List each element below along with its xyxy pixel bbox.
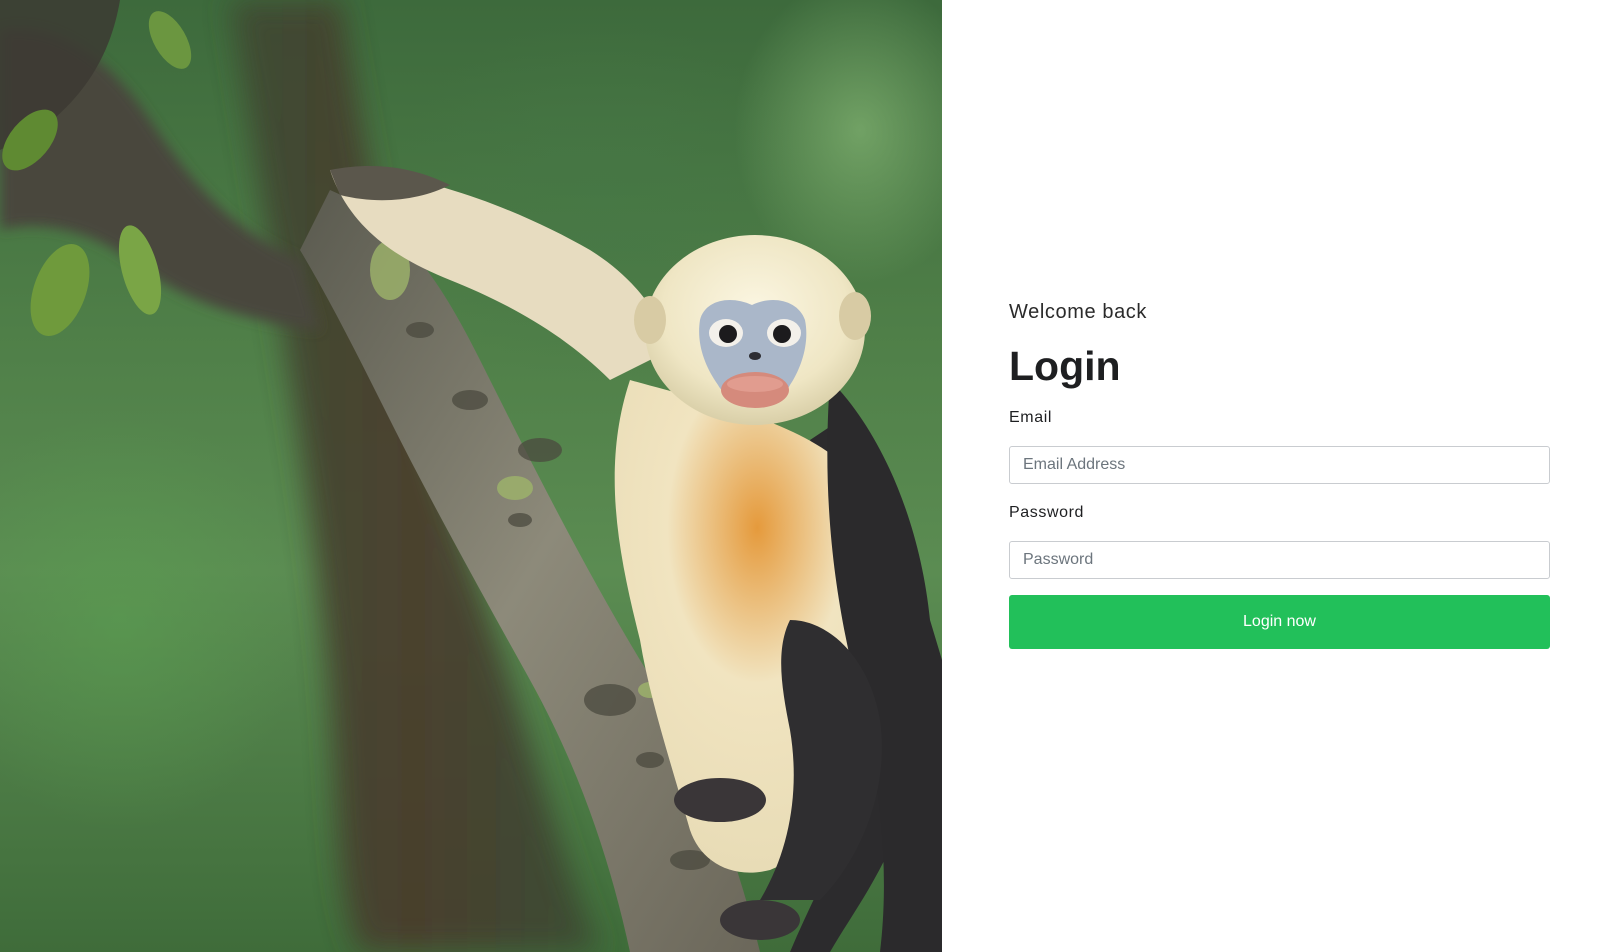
login-panel: Welcome back Login Email Password Login … (942, 0, 1615, 952)
password-field[interactable] (1009, 541, 1550, 579)
login-page: Welcome back Login Email Password Login … (0, 0, 1615, 952)
email-field[interactable] (1009, 446, 1550, 484)
hero-photo (0, 0, 942, 952)
monkey-on-tree-illustration (0, 0, 942, 952)
login-form: Welcome back Login Email Password Login … (1009, 300, 1550, 649)
login-button[interactable]: Login now (1009, 595, 1550, 649)
email-label: Email (1009, 409, 1053, 426)
password-label: Password (1009, 504, 1085, 521)
welcome-text: Welcome back (1009, 301, 1147, 323)
page-title: Login (1009, 343, 1121, 389)
